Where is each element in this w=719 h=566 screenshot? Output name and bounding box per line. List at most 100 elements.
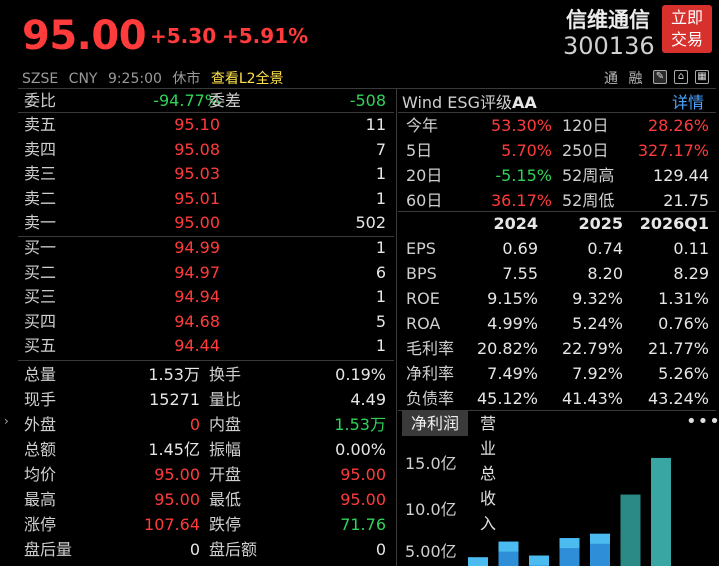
buy-order-row[interactable]: 买一 94.99 1: [24, 236, 390, 260]
buy-volume: 6: [375, 262, 386, 282]
tab-net-profit[interactable]: 净利润: [402, 411, 468, 436]
buy-order-row[interactable]: 买五 94.44 1: [24, 334, 390, 358]
financial-metric-value: 0.69: [502, 239, 538, 258]
buy-volume: 1: [375, 287, 386, 307]
quote-row: 外盘 0 内盘 1.53万: [24, 413, 390, 437]
financial-metric-value: 0.74: [587, 239, 623, 258]
quote-value: 95.00: [340, 465, 386, 484]
quote-label: 盘后量: [24, 540, 73, 559]
sell-price: 95.00: [174, 213, 220, 233]
buy-volume: 1: [375, 238, 386, 257]
performance-label: 5日: [406, 141, 433, 160]
financial-metric-value: 7.92%: [572, 364, 623, 383]
performance-value: 5.70%: [501, 141, 552, 160]
quote-value: 0.19%: [335, 365, 386, 384]
market-info-bar: SZSE CNY 9:25:00 休市 查看L2全景: [22, 68, 290, 88]
financial-metric-label: ROA: [406, 314, 441, 333]
quote-label: 总量: [24, 365, 57, 384]
financial-metric-value: 8.20: [587, 264, 623, 283]
quote-row: 最高 95.00 最低 95.00: [24, 488, 390, 512]
sell-order-row[interactable]: 卖四 95.08 7: [24, 138, 390, 162]
quote-label: 均价: [24, 465, 57, 484]
buy-price: 94.97: [174, 262, 220, 282]
financial-metric-value: 5.26%: [658, 364, 709, 383]
l2-panorama-link[interactable]: 查看L2全景: [211, 71, 284, 87]
financial-metric-label: 净利率: [406, 364, 455, 383]
y-tick-label: 5.00亿: [405, 542, 457, 561]
sell-level-label: 卖三: [24, 164, 57, 184]
y-tick-label: 10.0亿: [405, 500, 457, 519]
quote-value: 95.00: [154, 465, 200, 484]
performance-value: 36.17%: [490, 191, 552, 210]
price-change: +5.30: [150, 24, 217, 48]
financial-metric-value: 8.29: [673, 264, 709, 283]
weicha-value: -508: [349, 91, 386, 110]
profit-bar-segment: [559, 538, 580, 549]
home-icon[interactable]: ⌂: [674, 70, 688, 84]
weibi-label: 委比: [24, 91, 57, 110]
performance-label: 20日: [406, 166, 443, 185]
trade-button-line2: 交易: [670, 30, 703, 49]
financial-metric-label: EPS: [406, 239, 436, 258]
sell-price: 95.10: [174, 115, 220, 134]
financial-year-header: 2026Q1: [639, 214, 709, 233]
sell-order-row[interactable]: 卖三 95.03 1: [24, 162, 390, 186]
profit-bar[interactable]: [651, 457, 671, 566]
sell-order-row[interactable]: 卖五 95.10 11: [24, 113, 390, 137]
panel-divider: [396, 88, 397, 566]
quote-value: 0: [375, 540, 386, 559]
sell-price: 95.01: [174, 188, 220, 208]
profit-bar[interactable]: [620, 494, 641, 566]
buy-order-row[interactable]: 买四 94.68 5: [24, 310, 390, 334]
buy-price: 94.44: [174, 336, 220, 356]
financial-metric-label: ROE: [406, 289, 440, 308]
market-status: 休市: [172, 71, 201, 87]
quote-row: 涨停 107.64 跌停 71.76: [24, 513, 390, 537]
sell-level-label: 卖一: [24, 213, 57, 233]
buy-price: 94.94: [174, 287, 220, 307]
grid-icon[interactable]: ▦: [695, 70, 709, 84]
sell-order-row[interactable]: 卖二 95.01 1: [24, 187, 390, 211]
sell-order-row[interactable]: 卖一 95.00 502: [24, 211, 390, 235]
quote-label: 量比: [209, 390, 242, 409]
sell-level-label: 卖五: [24, 115, 57, 134]
financial-metric-value: 7.49%: [487, 364, 538, 383]
currency-label: CNY: [68, 71, 98, 87]
financial-metric-value: 41.43%: [561, 389, 623, 408]
performance-label: 250日: [562, 141, 609, 160]
quote-label: 总额: [24, 440, 57, 459]
quote-label: 最低: [209, 490, 242, 509]
quote-value: 4.49: [350, 390, 386, 409]
profit-bar-segment: [529, 555, 549, 566]
trade-now-button[interactable]: 立即 交易: [662, 5, 712, 53]
financial-metric-value: 43.24%: [647, 389, 709, 408]
buy-order-row[interactable]: 买二 94.97 6: [24, 261, 390, 285]
quote-label: 涨停: [24, 515, 57, 534]
edit-icon[interactable]: ✎: [653, 70, 667, 84]
rong-tag: 融: [628, 71, 643, 87]
expand-arrow-icon[interactable]: ›: [4, 414, 9, 428]
financial-metric-label: 负债率: [406, 389, 455, 408]
quote-time: 9:25:00: [107, 71, 162, 87]
buy-order-row[interactable]: 买三 94.94 1: [24, 285, 390, 309]
esg-detail-link[interactable]: 详情: [672, 89, 704, 113]
buy-level-label: 买一: [24, 238, 57, 257]
quote-row: 现手 15271 量比 4.49: [24, 388, 390, 412]
quote-label: 跌停: [209, 515, 242, 534]
quote-value: 0: [189, 415, 200, 434]
performance-value: 21.75: [663, 191, 709, 210]
performance-label: 52周低: [562, 191, 615, 210]
more-options-icon[interactable]: •••: [686, 411, 719, 432]
performance-value: 28.26%: [647, 116, 709, 135]
sell-volume: 1: [375, 164, 386, 184]
financial-metric-value: 9.32%: [572, 289, 623, 308]
quote-row: 盘后量 0 盘后额 0: [24, 538, 390, 562]
quote-value: 1.45亿: [148, 440, 200, 459]
performance-label: 60日: [406, 191, 443, 210]
quote-value: 95.00: [154, 490, 200, 509]
quote-label: 内盘: [209, 415, 242, 434]
performance-label: 120日: [562, 116, 609, 135]
performance-value: -5.15%: [495, 166, 552, 185]
y-tick-label: 15.0亿: [405, 454, 457, 473]
weicha-label: 委差: [209, 91, 242, 110]
